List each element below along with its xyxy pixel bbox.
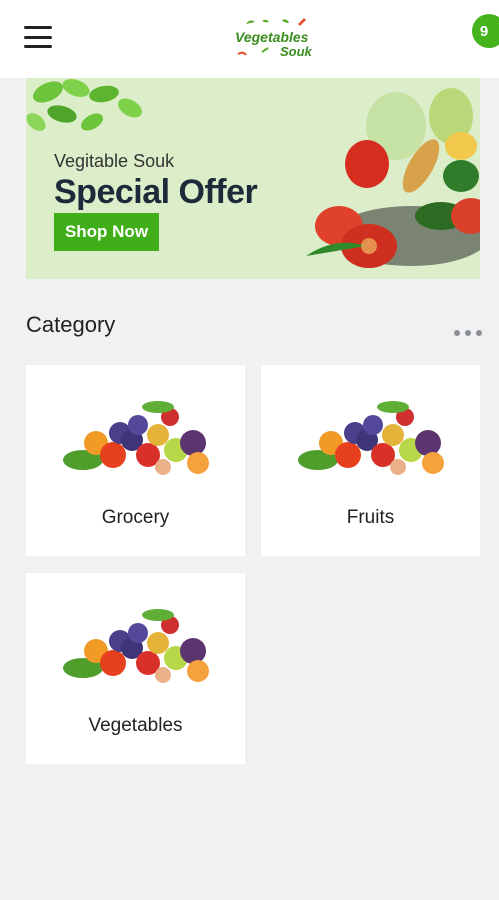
top-app-bar: Vegetables Souk 9	[0, 0, 499, 78]
category-card-fruits[interactable]: Fruits	[261, 365, 480, 556]
category-label: Fruits	[346, 507, 395, 528]
category-card-vegetables[interactable]: Vegetables	[26, 573, 245, 764]
cart-count-badge[interactable]: 9	[472, 14, 499, 48]
banner-title: Special Offer	[54, 173, 258, 211]
category-heading: Category	[26, 312, 116, 337]
fruit-basket-image	[63, 609, 209, 683]
banner-vegetables-image	[306, 88, 480, 268]
banner-subtitle: Vegitable Souk	[54, 151, 175, 171]
fruit-basket-image	[63, 401, 209, 475]
menu-icon[interactable]	[24, 26, 52, 48]
category-label: Vegetables	[88, 715, 183, 736]
logo-line2: Souk	[280, 44, 313, 59]
promo-banner[interactable]: Vegitable Souk Special Offer Shop Now	[26, 78, 480, 279]
category-card-grocery[interactable]: Grocery	[26, 365, 245, 556]
more-options-icon[interactable]	[454, 330, 482, 338]
fruit-basket-image	[298, 401, 444, 475]
category-label: Grocery	[101, 507, 170, 528]
shop-now-button[interactable]: Shop Now	[54, 213, 159, 251]
brand-logo[interactable]: Vegetables Souk	[232, 18, 332, 60]
banner-leaves-image	[26, 79, 142, 131]
logo-line1: Vegetables	[235, 29, 309, 45]
